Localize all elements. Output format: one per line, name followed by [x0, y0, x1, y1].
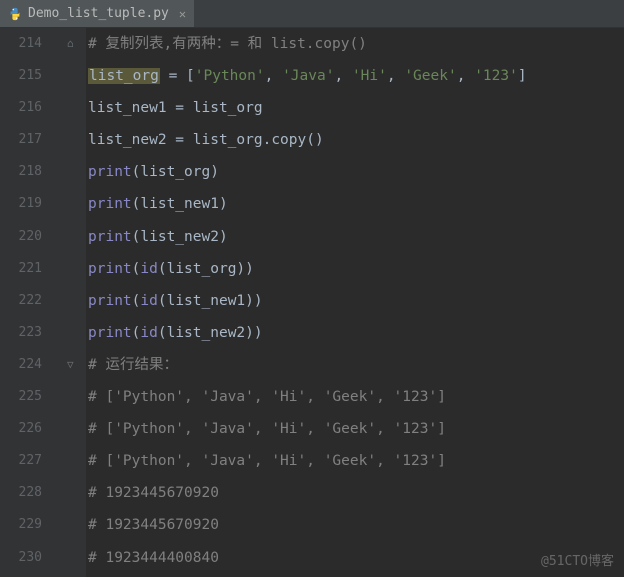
token-hl: list_org — [88, 68, 160, 84]
token-op: , — [334, 68, 351, 84]
line-number: 219 — [0, 188, 42, 220]
line-number: 214 — [0, 28, 42, 60]
code-line[interactable]: print(list_new2) — [88, 221, 624, 253]
token-builtin: id — [140, 261, 157, 277]
token-comment: # 1923444400840 — [88, 550, 219, 566]
token-comment: # 运行结果： — [88, 357, 178, 373]
token-str: 'Hi' — [352, 68, 387, 84]
token-op: , — [387, 68, 404, 84]
code-line[interactable]: # ['Python', 'Java', 'Hi', 'Geek', '123'… — [88, 381, 624, 413]
code-line[interactable]: # 1923445670920 — [88, 509, 624, 541]
code-line[interactable]: # 运行结果： — [88, 349, 624, 381]
token-plain: list_new2 = list_org.copy() — [88, 132, 324, 148]
token-comment: # ['Python', 'Java', 'Hi', 'Geek', '123'… — [88, 389, 446, 405]
token-builtin: id — [140, 325, 157, 341]
token-op: (list_org) — [132, 164, 219, 180]
file-tab[interactable]: Demo_list_tuple.py ✕ — [0, 0, 194, 27]
line-number: 221 — [0, 253, 42, 285]
token-str: '123' — [474, 68, 518, 84]
line-number: 225 — [0, 381, 42, 413]
token-op: , — [265, 68, 282, 84]
token-comment: # ['Python', 'Java', 'Hi', 'Geek', '123'… — [88, 453, 446, 469]
token-op: (list_new2) — [132, 229, 228, 245]
code-line[interactable]: print(id(list_org)) — [88, 253, 624, 285]
token-str: 'Java' — [282, 68, 334, 84]
python-file-icon — [8, 7, 22, 21]
code-line[interactable]: list_new2 = list_org.copy() — [88, 124, 624, 156]
token-op: = [ — [160, 68, 195, 84]
line-number: 224 — [0, 349, 42, 381]
code-area[interactable]: # 复制列表,有两种：= 和 list.copy() list_org = ['P… — [86, 28, 624, 577]
code-line[interactable]: list_org = ['Python', 'Java', 'Hi', 'Gee… — [88, 60, 624, 92]
code-line[interactable]: print(id(list_new1)) — [88, 285, 624, 317]
token-comment: # 1923445670920 — [88, 517, 219, 533]
token-op: ] — [518, 68, 527, 84]
token-plain: list_new1 = list_org — [88, 100, 263, 116]
line-number: 215 — [0, 60, 42, 92]
token-comment: # 复制列表,有两种：= 和 list.copy() — [88, 36, 367, 52]
fold-marker-icon[interactable]: ⌂ — [67, 38, 74, 49]
line-number: 226 — [0, 413, 42, 445]
code-line[interactable]: # 1923445670920 — [88, 477, 624, 509]
code-line[interactable]: # ['Python', 'Java', 'Hi', 'Geek', '123'… — [88, 445, 624, 477]
token-comment: # 1923445670920 — [88, 485, 219, 501]
tab-filename: Demo_list_tuple.py — [28, 6, 169, 21]
fold-marker-icon[interactable]: ▽ — [67, 359, 74, 370]
code-editor[interactable]: 2142152162172182192202212222232242252262… — [0, 28, 624, 577]
line-number: 222 — [0, 285, 42, 317]
token-builtin: id — [140, 293, 157, 309]
watermark: @51CTO博客 — [541, 550, 614, 569]
code-line[interactable]: print(list_org) — [88, 156, 624, 188]
token-builtin: print — [88, 261, 132, 277]
token-builtin: print — [88, 293, 132, 309]
token-builtin: print — [88, 325, 132, 341]
line-number: 230 — [0, 542, 42, 574]
token-op: (list_new1)) — [158, 293, 263, 309]
line-number: 220 — [0, 221, 42, 253]
line-number: 216 — [0, 92, 42, 124]
token-builtin: print — [88, 164, 132, 180]
line-number: 228 — [0, 477, 42, 509]
token-comment: # ['Python', 'Java', 'Hi', 'Geek', '123'… — [88, 421, 446, 437]
code-line[interactable]: print(id(list_new2)) — [88, 317, 624, 349]
token-builtin: print — [88, 229, 132, 245]
fold-gutter: ⌂▽ — [50, 28, 86, 577]
line-number-gutter: 2142152162172182192202212222232242252262… — [0, 28, 50, 577]
token-op: (list_new1) — [132, 196, 228, 212]
line-number: 227 — [0, 445, 42, 477]
token-op: (list_new2)) — [158, 325, 263, 341]
tab-bar: Demo_list_tuple.py ✕ — [0, 0, 624, 28]
code-line[interactable]: # ['Python', 'Java', 'Hi', 'Geek', '123'… — [88, 413, 624, 445]
code-line[interactable]: list_new1 = list_org — [88, 92, 624, 124]
token-str: 'Python' — [195, 68, 265, 84]
line-number: 218 — [0, 156, 42, 188]
line-number: 217 — [0, 124, 42, 156]
line-number: 229 — [0, 509, 42, 541]
token-builtin: print — [88, 196, 132, 212]
line-number: 223 — [0, 317, 42, 349]
code-line[interactable]: # 复制列表,有两种：= 和 list.copy() — [88, 28, 624, 60]
code-line[interactable]: print(list_new1) — [88, 188, 624, 220]
close-icon[interactable]: ✕ — [179, 7, 186, 21]
token-op: , — [457, 68, 474, 84]
token-str: 'Geek' — [404, 68, 456, 84]
token-op: (list_org)) — [158, 261, 254, 277]
